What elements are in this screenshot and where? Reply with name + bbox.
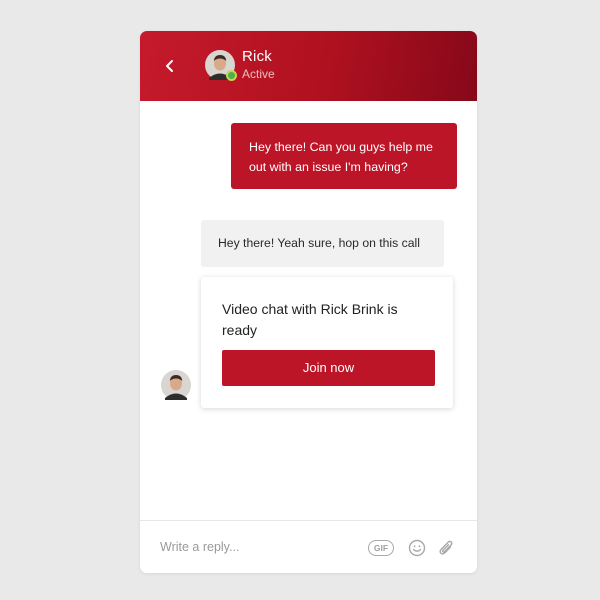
- agent-avatar: [161, 370, 191, 400]
- outgoing-message: Hey there! Can you guys help me out with…: [231, 123, 457, 189]
- video-chat-card: Video chat with Rick Brink is ready Join…: [201, 277, 453, 408]
- gif-button[interactable]: GIF: [368, 540, 394, 556]
- contact-status: Active: [242, 67, 275, 81]
- reply-composer: GIF: [140, 520, 477, 573]
- smiley-icon[interactable]: [408, 539, 426, 557]
- incoming-message: Hey there! Yeah sure, hop on this call: [201, 220, 444, 267]
- contact-name: Rick: [242, 48, 272, 65]
- online-status-dot: [226, 70, 237, 81]
- avatar: [205, 50, 237, 81]
- reply-input[interactable]: [160, 535, 360, 559]
- avatar-image: [161, 370, 191, 400]
- join-now-button[interactable]: Join now: [222, 350, 435, 386]
- back-button[interactable]: [160, 54, 180, 78]
- video-chat-text: Video chat with Rick Brink is ready: [222, 301, 398, 338]
- chevron-left-icon: [166, 60, 173, 72]
- chat-header: Rick Active: [140, 31, 477, 101]
- paperclip-icon[interactable]: [438, 538, 454, 558]
- chat-widget: Rick Active Hey there! Can you guys help…: [140, 31, 477, 573]
